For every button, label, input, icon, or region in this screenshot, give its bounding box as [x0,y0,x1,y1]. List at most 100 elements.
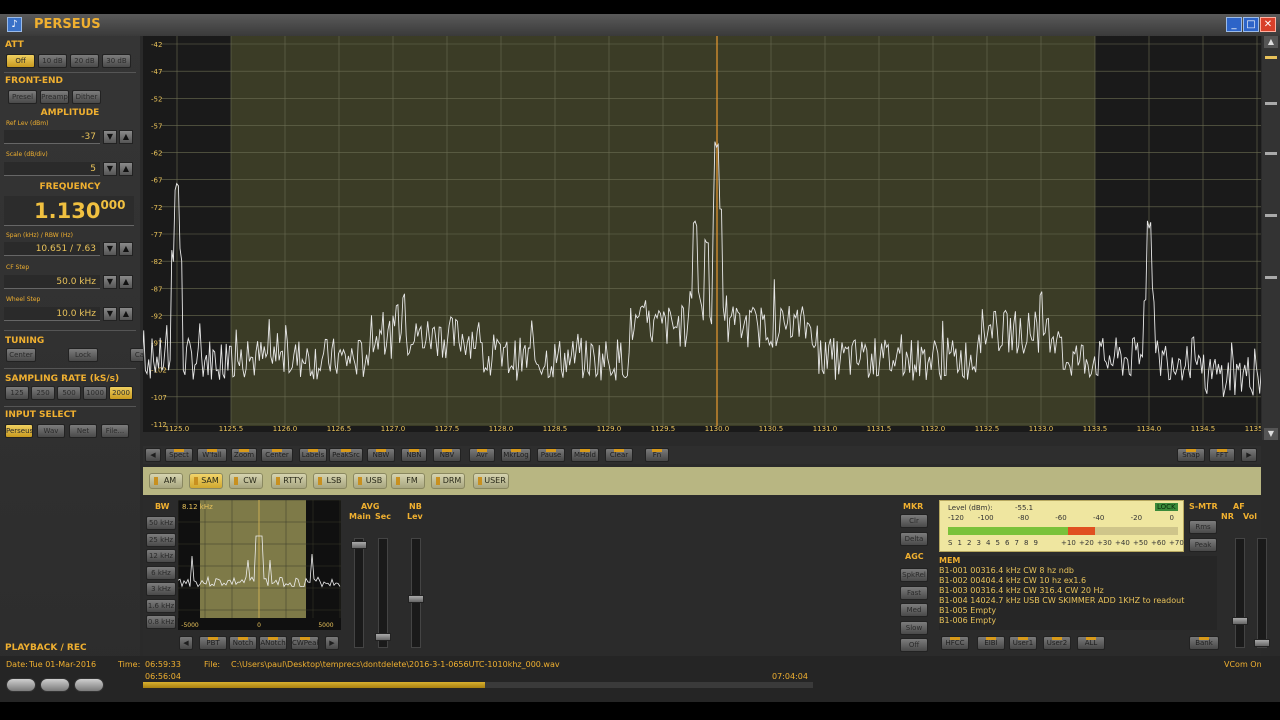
sampling-2000-button[interactable]: 2000 [109,386,133,400]
toolbar-nbn-button[interactable]: NBN [401,448,427,462]
minimize-button[interactable]: _ [1226,17,1242,32]
mem-hfcc-button[interactable]: HFCC [941,636,969,650]
memory-list-item[interactable]: B1-001 00316.4 kHz CW 8 hz ndb [939,566,1217,576]
sampling-1000-button[interactable]: 1000 [83,386,107,400]
slider-knob[interactable] [408,595,424,603]
toolbar-labels-button[interactable]: Labels [299,448,327,462]
mode-drm-button[interactable]: DRM [431,473,465,489]
agc-spkrel-button[interactable]: SpkRel [900,568,928,582]
agc-fast-button[interactable]: Fast [900,585,928,600]
bw-50-khz-button[interactable]: 50 kHz [146,516,176,530]
playback-progress-bar[interactable] [143,682,813,688]
toolbar-fft-button[interactable]: FFT [1209,448,1235,462]
bw-6-khz-button[interactable]: 6 kHz [146,565,176,580]
att-10-db-button[interactable]: 10 dB [38,54,67,68]
mem-user2-button[interactable]: User2 [1043,636,1071,650]
scale-value[interactable]: 5 [4,162,100,176]
toolbar-nbw-button[interactable]: NBW [367,448,395,462]
bw-notch-button[interactable]: Notch [229,636,257,650]
toolbar-nbv-button[interactable]: NBV [433,448,461,462]
mode-fm-button[interactable]: FM [391,473,425,489]
toolbar-peaksrc-button[interactable]: PeakSrc [329,448,363,462]
mode-user-button[interactable]: USER [473,473,509,489]
toolbar-mkrlog-button[interactable]: MkrLog [501,448,531,462]
mode-sam-button[interactable]: SAM [189,473,223,489]
scroll-handle[interactable] [1265,56,1277,59]
bw-12-khz-button[interactable]: 12 kHz [146,549,176,563]
bw-right-arrow-icon[interactable]: ▶ [325,636,339,650]
mkr-clr-button[interactable]: Clr [900,514,928,528]
mode-cw-button[interactable]: CW [229,473,263,489]
mem-bank-button[interactable]: Bank [1189,636,1219,650]
wheel-step-down-arrow-icon[interactable]: ▼ [103,307,117,321]
bw-cwpeak-button[interactable]: CWPeak [291,636,319,650]
toolbar-fn-button[interactable]: Fn [645,448,669,462]
spectrum-plot[interactable]: 1125.0 1125.5 1126.0 1126.5 1127.0 1127.5 1128… [143,36,1261,432]
slider-knob[interactable] [375,633,391,641]
filter-spectrum-plot[interactable]: 8.12 kHz -5000 0 5000 [177,499,341,630]
smtr-peak-button[interactable]: Peak [1189,538,1217,552]
memory-list-item[interactable]: B1-002 00404.4 kHz CW 10 hz ex1.6 [939,576,1217,586]
frequency-display[interactable]: 1.130000 [4,196,134,226]
sampling-500-button[interactable]: 500 [57,386,81,400]
scroll-right-arrow-icon[interactable]: ▶ [1241,448,1257,462]
wheel-step-value[interactable]: 10.0 kHz [4,307,100,321]
span-up-arrow-icon[interactable]: ▲ [119,242,133,256]
toolbar-clear-button[interactable]: Clear [605,448,633,462]
input-perseus-button[interactable]: Perseus [5,424,33,438]
agc-slow-button[interactable]: Slow [900,620,928,635]
bw-3-khz-button[interactable]: 3 kHz [146,582,176,596]
agc-med-button[interactable]: Med [900,603,928,617]
att-off-button[interactable]: Off [6,54,35,68]
memory-list[interactable]: MEM B1-001 00316.4 kHz CW 8 hz ndb B1-002… [939,556,1217,630]
frontend-dither-button[interactable]: Dither [72,90,101,104]
mode-usb-button[interactable]: USB [353,473,387,489]
memory-list-item[interactable]: B1-005 Empty [939,606,1217,616]
scroll-up-arrow-icon[interactable]: ▲ [1264,36,1278,48]
memory-list-item[interactable]: B1-004 14024.7 kHz USB CW SKIMMER ADD 1K… [939,596,1217,606]
nb-level-slider[interactable] [408,538,424,648]
volume-slider[interactable] [1254,538,1270,648]
bw-25-khz-button[interactable]: 25 kHz [146,532,176,547]
toolbar-zoom-button[interactable]: Zoom [231,448,257,462]
cf-step-down-arrow-icon[interactable]: ▼ [103,275,117,289]
rewind-button[interactable] [6,678,36,692]
mode-lsb-button[interactable]: LSB [313,473,347,489]
bw-anotch-button[interactable]: ANotch [259,636,287,650]
toolbar-snap-button[interactable]: Snap [1177,448,1205,462]
scroll-left-arrow-icon[interactable]: ◀ [145,448,161,462]
maximize-button[interactable]: □ [1243,17,1259,32]
cf-step-value[interactable]: 50.0 kHz [4,275,100,289]
mkr-delta-button[interactable]: Delta [900,532,928,546]
mem-user1-button[interactable]: User1 [1009,636,1037,650]
toolbar-w-fall-button[interactable]: W'fall [197,448,227,462]
toolbar-pause-button[interactable]: Pause [537,448,565,462]
cf-step-up-arrow-icon[interactable]: ▲ [119,275,133,289]
close-button[interactable]: ✕ [1260,17,1276,32]
mem-all-button[interactable]: ALL [1077,636,1105,650]
bw-1-6-khz-button[interactable]: 1.6 kHz [146,598,176,613]
input-file--button[interactable]: File... [101,424,129,438]
bw-0-8-khz-button[interactable]: 0.8 kHz [146,615,176,629]
toolbar-center-button[interactable]: Center [261,448,293,462]
att-20-db-button[interactable]: 20 dB [70,54,99,68]
ref-level-down-arrow-icon[interactable]: ▼ [103,130,117,144]
nr-slider[interactable] [1232,538,1248,648]
ref-level-up-arrow-icon[interactable]: ▲ [119,130,133,144]
vertical-scrollbar[interactable]: ▲ ▼ [1262,36,1280,440]
toolbar-mhold-button[interactable]: MHold [571,448,599,462]
mode-am-button[interactable]: AM [149,473,183,489]
spectrum-display[interactable]: 1125.0 1125.5 1126.0 1126.5 1127.0 1127.5 1128… [143,36,1261,432]
toolbar-spect-button[interactable]: Spect [165,448,193,462]
scale-up-arrow-icon[interactable]: ▲ [119,162,133,176]
slider-knob[interactable] [1254,639,1270,647]
frontend-presel-button[interactable]: Presel [8,90,37,104]
smtr-rms-button[interactable]: Rms [1189,520,1217,534]
input-wav-button[interactable]: Wav [37,424,65,438]
scroll-down-arrow-icon[interactable]: ▼ [1264,428,1278,440]
toolbar-avr-button[interactable]: Avr [469,448,495,462]
app-logo-icon[interactable]: ♪ [7,17,22,32]
tuning-lock-button[interactable]: Lock [68,348,98,362]
loop-button[interactable] [74,678,104,692]
bandwidth-filter-display[interactable]: 8.12 kHz -5000 0 5000 [177,499,341,630]
